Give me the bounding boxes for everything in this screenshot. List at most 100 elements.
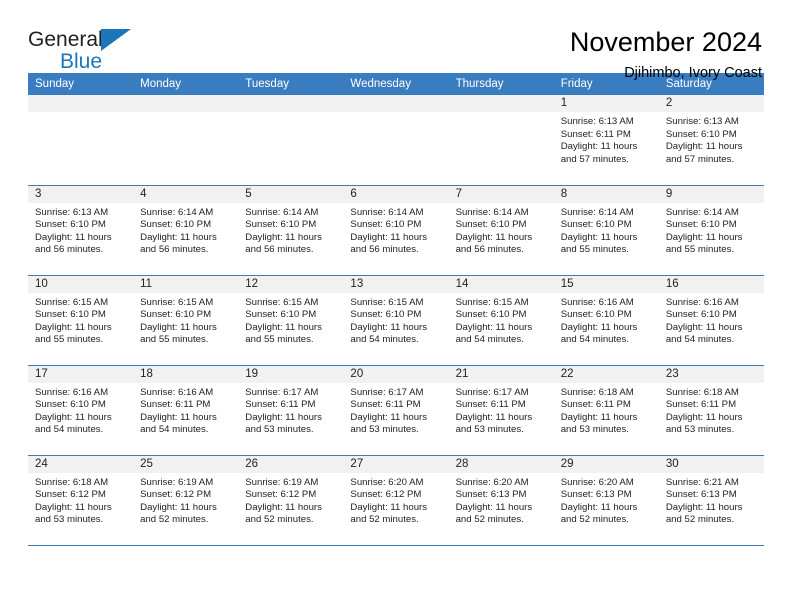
sunrise-text: Sunrise: 6:17 AM xyxy=(245,386,319,398)
day-number: 13 xyxy=(343,275,449,293)
calendar-day-cell[interactable]: 18 Sunrise: 6:16 AM Sunset: 6:11 PM Dayligh… xyxy=(133,365,239,456)
day-details: Sunrise: 6:14 AM Sunset: 6:10 PM Daylight:… xyxy=(449,203,554,257)
day-details: Sunrise: 6:21 AM Sunset: 6:13 PM Daylight:… xyxy=(659,473,764,527)
daylight-text-line2: and 54 minutes. xyxy=(140,424,209,436)
calendar-day-cell[interactable]: 6 Sunrise: 6:14 AM Sunset: 6:10 PM Daylight… xyxy=(343,185,449,276)
day-details: Sunrise: 6:18 AM Sunset: 6:11 PM Daylight:… xyxy=(554,383,659,437)
calendar-day-cell[interactable]: 14 Sunrise: 6:15 AM Sunset: 6:10 PM Dayligh… xyxy=(448,275,554,366)
sunset-text: Sunset: 6:10 PM xyxy=(350,309,422,321)
calendar-day-cell[interactable]: 2 Sunrise: 6:13 AM Sunset: 6:10 PM Daylight… xyxy=(658,95,764,186)
calendar-day-cell[interactable]: 21 Sunrise: 6:17 AM Sunset: 6:11 PM Dayligh… xyxy=(448,365,554,456)
day-number: 16 xyxy=(658,275,764,293)
day-number: 14 xyxy=(448,275,554,293)
daylight-text-line1: Daylight: 11 hours xyxy=(665,141,743,153)
calendar-day-cell[interactable]: 30 Sunrise: 6:21 AM Sunset: 6:13 PM Dayligh… xyxy=(658,455,764,546)
sunset-text: Sunset: 6:13 PM xyxy=(665,489,737,501)
daylight-text-line1: Daylight: 11 hours xyxy=(350,411,428,423)
calendar-day-cell[interactable]: 28 Sunrise: 6:20 AM Sunset: 6:13 PM Dayligh… xyxy=(448,455,554,546)
sunrise-text: Sunrise: 6:18 AM xyxy=(560,386,634,398)
daylight-text-line1: Daylight: 11 hours xyxy=(560,501,638,513)
calendar-day-cell[interactable]: 25 Sunrise: 6:19 AM Sunset: 6:12 PM Dayligh… xyxy=(133,455,239,546)
calendar-day-cell[interactable]: 23 Sunrise: 6:18 AM Sunset: 6:11 PM Dayligh… xyxy=(658,365,764,456)
calendar-day-cell[interactable]: 3 Sunrise: 6:13 AM Sunset: 6:10 PM Daylight… xyxy=(28,185,134,276)
day-number: 17 xyxy=(28,365,134,383)
calendar-day-cell[interactable]: 10 Sunrise: 6:15 AM Sunset: 6:10 PM Dayligh… xyxy=(28,275,134,366)
calendar-week-row: 17 Sunrise: 6:16 AM Sunset: 6:10 PM Dayligh… xyxy=(28,365,764,456)
calendar-day-cell[interactable]: 8 Sunrise: 6:14 AM Sunset: 6:10 PM Daylight… xyxy=(553,185,659,276)
sunrise-text: Sunrise: 6:15 AM xyxy=(35,296,109,308)
day-number: 6 xyxy=(343,185,449,203)
day-details: Sunrise: 6:13 AM Sunset: 6:11 PM Daylight:… xyxy=(554,112,659,166)
daylight-text-line2: and 54 minutes. xyxy=(35,424,104,436)
calendar-day-cell[interactable]: 19 Sunrise: 6:17 AM Sunset: 6:11 PM Dayligh… xyxy=(238,365,344,456)
daylight-text-line1: Daylight: 11 hours xyxy=(455,321,533,333)
calendar-day-cell[interactable]: 27 Sunrise: 6:20 AM Sunset: 6:12 PM Dayligh… xyxy=(343,455,449,546)
day-details xyxy=(449,112,554,116)
calendar-day-cell[interactable]: 7 Sunrise: 6:14 AM Sunset: 6:10 PM Daylight… xyxy=(448,185,554,276)
calendar-day-cell[interactable]: 4 Sunrise: 6:14 AM Sunset: 6:10 PM Daylight… xyxy=(133,185,239,276)
day-number: 11 xyxy=(133,275,239,293)
sunrise-text: Sunrise: 6:13 AM xyxy=(665,116,739,127)
sunset-text: Sunset: 6:12 PM xyxy=(140,489,212,501)
day-number: 3 xyxy=(28,185,134,203)
calendar-day-cell[interactable]: 13 Sunrise: 6:15 AM Sunset: 6:10 PM Dayligh… xyxy=(343,275,449,366)
daylight-text-line1: Daylight: 11 hours xyxy=(35,321,112,333)
daylight-text-line2: and 53 minutes. xyxy=(560,424,629,436)
daylight-text-line2: and 55 minutes. xyxy=(35,334,104,346)
calendar-day-cell[interactable]: 20 Sunrise: 6:17 AM Sunset: 6:11 PM Dayligh… xyxy=(343,365,449,456)
day-details: Sunrise: 6:15 AM Sunset: 6:10 PM Daylight:… xyxy=(238,293,343,347)
sunrise-text: Sunrise: 6:15 AM xyxy=(245,296,319,308)
sunset-text: Sunset: 6:10 PM xyxy=(35,399,106,411)
daylight-text-line1: Daylight: 11 hours xyxy=(560,411,638,423)
sunset-text: Sunset: 6:10 PM xyxy=(560,219,632,231)
day-number: 19 xyxy=(238,365,344,383)
calendar-day-cell[interactable]: 5 Sunrise: 6:14 AM Sunset: 6:10 PM Daylight… xyxy=(238,185,344,276)
calendar-day-cell[interactable]: 22 Sunrise: 6:18 AM Sunset: 6:11 PM Dayligh… xyxy=(553,365,659,456)
day-details: Sunrise: 6:17 AM Sunset: 6:11 PM Daylight:… xyxy=(238,383,343,437)
day-number: 30 xyxy=(658,455,764,473)
sunrise-text: Sunrise: 6:20 AM xyxy=(560,476,634,488)
sunset-text: Sunset: 6:10 PM xyxy=(665,309,737,321)
daylight-text-line2: and 53 minutes. xyxy=(35,514,104,526)
sunrise-text: Sunrise: 6:18 AM xyxy=(665,386,739,398)
day-details: Sunrise: 6:13 AM Sunset: 6:10 PM Daylight:… xyxy=(28,203,133,257)
day-details: Sunrise: 6:16 AM Sunset: 6:10 PM Daylight:… xyxy=(28,383,133,437)
general-blue-logo[interactable]: General Blue xyxy=(28,26,148,78)
day-details: Sunrise: 6:19 AM Sunset: 6:12 PM Daylight:… xyxy=(133,473,238,527)
calendar-day-cell[interactable]: 12 Sunrise: 6:15 AM Sunset: 6:10 PM Dayligh… xyxy=(238,275,344,366)
day-details xyxy=(28,112,133,116)
day-details: Sunrise: 6:18 AM Sunset: 6:12 PM Daylight:… xyxy=(28,473,133,527)
daylight-text-line2: and 56 minutes. xyxy=(350,244,419,256)
calendar-day-cell[interactable]: 24 Sunrise: 6:18 AM Sunset: 6:12 PM Dayligh… xyxy=(28,455,134,546)
day-details xyxy=(238,112,343,116)
sunrise-text: Sunrise: 6:21 AM xyxy=(665,476,739,488)
daylight-text-line2: and 52 minutes. xyxy=(245,514,314,526)
calendar-day-cell[interactable]: 16 Sunrise: 6:16 AM Sunset: 6:10 PM Dayligh… xyxy=(658,275,764,366)
day-details: Sunrise: 6:17 AM Sunset: 6:11 PM Daylight:… xyxy=(343,383,448,437)
sunset-text: Sunset: 6:12 PM xyxy=(350,489,422,501)
calendar-day-cell[interactable]: 26 Sunrise: 6:19 AM Sunset: 6:12 PM Dayligh… xyxy=(238,455,344,546)
daylight-text-line1: Daylight: 11 hours xyxy=(350,501,428,513)
day-number: 5 xyxy=(238,185,344,203)
daylight-text-line1: Daylight: 11 hours xyxy=(140,321,217,333)
calendar-day-cell[interactable]: 29 Sunrise: 6:20 AM Sunset: 6:13 PM Dayligh… xyxy=(553,455,659,546)
day-number: 7 xyxy=(448,185,554,203)
day-details: Sunrise: 6:19 AM Sunset: 6:12 PM Daylight:… xyxy=(238,473,343,527)
sunrise-text: Sunrise: 6:13 AM xyxy=(560,116,634,127)
calendar-day-cell[interactable]: 9 Sunrise: 6:14 AM Sunset: 6:10 PM Daylight… xyxy=(658,185,764,276)
calendar-page: General Blue November 2024 Djihimbo, Ivo… xyxy=(0,0,792,612)
day-details xyxy=(133,112,238,116)
sunrise-text: Sunrise: 6:16 AM xyxy=(35,386,109,398)
day-details xyxy=(343,112,448,116)
calendar-day-cell[interactable]: 17 Sunrise: 6:16 AM Sunset: 6:10 PM Dayligh… xyxy=(28,365,134,456)
day-number: 23 xyxy=(658,365,764,383)
daylight-text-line2: and 57 minutes. xyxy=(560,153,629,165)
daylight-text-line2: and 54 minutes. xyxy=(560,334,629,346)
sunrise-text: Sunrise: 6:18 AM xyxy=(35,476,109,488)
daylight-text-line1: Daylight: 11 hours xyxy=(245,411,322,423)
calendar-day-cell[interactable]: 11 Sunrise: 6:15 AM Sunset: 6:10 PM Dayligh… xyxy=(133,275,239,366)
calendar-day-cell[interactable]: 15 Sunrise: 6:16 AM Sunset: 6:10 PM Dayligh… xyxy=(553,275,659,366)
calendar-day-cell-empty xyxy=(448,95,554,186)
calendar-day-cell[interactable]: 1 Sunrise: 6:13 AM Sunset: 6:11 PM Daylight… xyxy=(553,95,659,186)
sunrise-text: Sunrise: 6:14 AM xyxy=(245,206,319,218)
